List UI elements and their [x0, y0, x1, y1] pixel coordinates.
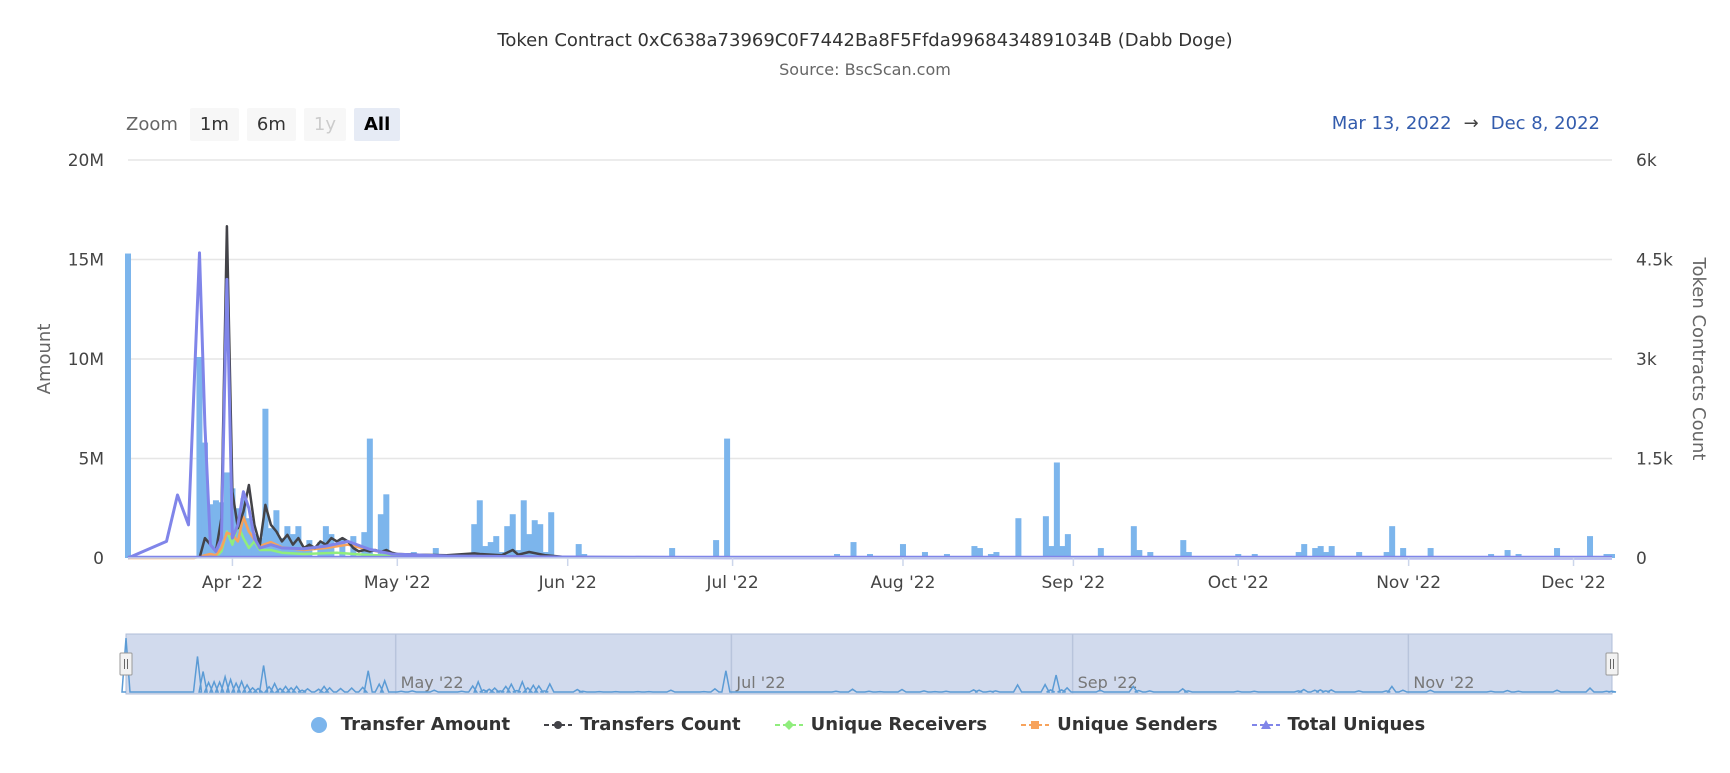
transfer-amount-bar: [520, 500, 527, 558]
y-right-tick-label: 1.5k: [1636, 450, 1673, 470]
transfer-amount-bar: [1015, 518, 1022, 558]
navigator[interactable]: May '22 Jul '22 Sep '22 Nov '22: [119, 633, 1619, 695]
x-tick-label: Oct '22: [1208, 573, 1269, 593]
line-triangle-icon: [1251, 719, 1280, 729]
legend-item-unique-senders[interactable]: Unique Senders: [1021, 714, 1218, 735]
navigator-tick-label: Sep '22: [1078, 673, 1138, 692]
y-right-tick-label: 4.5k: [1636, 251, 1673, 271]
transfer-amount-bar: [724, 438, 731, 558]
x-tick-label: Jul '22: [705, 573, 758, 593]
y-left-tick-label: 10M: [68, 350, 104, 370]
transfer-amount-bar: [713, 540, 720, 558]
x-tick-label: May '22: [364, 573, 431, 593]
transfers-count-line: [198, 225, 563, 559]
transfer-amount-bar: [548, 512, 555, 558]
transfer-amount-bar: [1180, 540, 1187, 558]
x-tick-label: Apr '22: [202, 573, 263, 593]
transfer-amount-bar: [1130, 526, 1137, 558]
transfer-amount-bar: [476, 500, 483, 558]
y-left-axis-title: Amount: [34, 324, 55, 395]
transfer-amount-bar: [850, 542, 857, 558]
transfer-amount-columns: [125, 253, 1615, 558]
legend-label-unique-receivers: Unique Receivers: [810, 714, 988, 735]
navigator-right-handle[interactable]: [1605, 652, 1619, 676]
navigator-left-handle[interactable]: [119, 652, 133, 676]
legend-label-transfer-amount: Transfer Amount: [340, 714, 511, 735]
legend-item-total-uniques[interactable]: Total Uniques: [1251, 714, 1426, 735]
legend: Transfer Amount Transfers Count Unique R…: [0, 714, 1730, 735]
transfer-amount-bar: [1053, 462, 1060, 558]
line-diamond-icon: [774, 719, 803, 730]
transfer-amount-bar: [383, 494, 390, 558]
transfer-amount-bar: [1389, 526, 1396, 558]
transfer-amount-bar: [1064, 534, 1071, 558]
line-square-icon: [1021, 720, 1050, 729]
y-right-axis-title: Token Contracts Count: [1688, 257, 1709, 461]
navigator-mask: [125, 633, 1613, 695]
transfer-amount-bar: [366, 438, 373, 558]
grid-lines: [128, 159, 1612, 559]
y-left-tick-label: 0: [93, 549, 104, 569]
legend-label-unique-senders: Unique Senders: [1057, 714, 1218, 735]
y-left-tick-label: 20M: [68, 151, 104, 171]
navigator-tick-label: Jul '22: [735, 673, 785, 692]
transfer-amount-bar: [262, 408, 269, 558]
x-tick-label: Dec '22: [1541, 573, 1606, 593]
line-circle-icon: [544, 720, 573, 729]
total-uniques-line: [127, 251, 1613, 560]
y-left-tick-label: 5M: [79, 450, 104, 470]
y-right-tick-label: 3k: [1636, 350, 1657, 370]
x-tick-label: Jun '22: [538, 573, 597, 593]
transfer-amount-bar: [196, 357, 203, 558]
x-tick-label: Aug '22: [871, 573, 936, 593]
y-left-tick-label: 15M: [68, 251, 104, 271]
legend-label-transfers-count: Transfers Count: [580, 714, 741, 735]
y-right-tick-label: 6k: [1636, 151, 1657, 171]
legend-label-total-uniques: Total Uniques: [1287, 714, 1426, 735]
legend-item-unique-receivers[interactable]: Unique Receivers: [774, 714, 988, 735]
x-tick-label: Nov '22: [1376, 573, 1441, 593]
transfer-amount-bar: [223, 472, 230, 558]
legend-item-transfers-count[interactable]: Transfers Count: [544, 714, 741, 735]
legend-item-transfer-amount[interactable]: Transfer Amount: [305, 714, 510, 735]
transfer-amount-bar: [125, 253, 131, 558]
navigator-tick-label: Nov '22: [1413, 673, 1474, 692]
transfer-amount-bar: [526, 534, 533, 558]
chart-canvas: 0 5M 10M 15M 20M 0 1.5k 3k 4.5k 6k Amount Token Con…: [34, 151, 1709, 695]
navigator-tick-label: May '22: [401, 673, 464, 692]
y-right-tick-label: 0: [1636, 549, 1647, 569]
x-tick-label: Sep '22: [1041, 573, 1105, 593]
transfer-amount-bar: [1042, 516, 1049, 558]
transfer-amount-bar: [1587, 536, 1594, 558]
circle-icon: [310, 716, 327, 733]
series-lines: [127, 225, 1613, 560]
